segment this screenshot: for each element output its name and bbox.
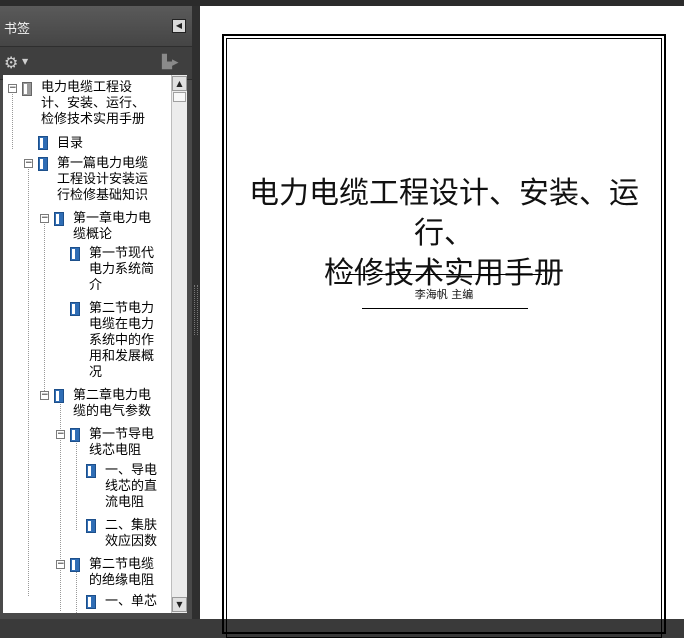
scroll-down-button[interactable]: ▼ (172, 597, 187, 612)
bookmark-label: 二、集肤 (105, 518, 158, 533)
bookmark-item-root[interactable]: 电力电缆工程设 计、安装、运行、 检修技术实用手册 (41, 80, 145, 128)
chevron-up-icon: ▲ (176, 79, 183, 88)
bookmark-icon (86, 595, 96, 609)
bookmark-icon (70, 558, 80, 572)
chevron-down-icon: ▼ (176, 600, 183, 609)
splitter-grip[interactable] (194, 285, 198, 335)
bookmark-icon (22, 82, 32, 96)
bookmark-item-section-2[interactable]: 第二节电力 电缆在电力 系统中的作 用和发展概 况 (89, 301, 154, 381)
panel-title: 书签 (4, 22, 31, 37)
collapse-toggle[interactable]: − (8, 84, 17, 93)
bookmark-label: 缆概论 (73, 227, 113, 242)
bookmark-label: 工程设计安装运 (57, 172, 149, 187)
book-title: 电力电缆工程设计、安装、运行、 检修技术实用手册 (230, 174, 658, 294)
bookmark-label: 线芯电阻 (89, 443, 142, 458)
bookmark-icon (38, 136, 48, 150)
page-border-inner (226, 38, 662, 638)
tree-guide-line (28, 166, 29, 596)
bookmark-label: 第一节现代 (89, 246, 155, 261)
bookmark-tree: − 电力电缆工程设 计、安装、运行、 检修技术实用手册 目录 − 第一篇电力电缆… (3, 75, 171, 613)
triangle-left-icon: ◀ (175, 21, 183, 30)
bookmark-item-section-1[interactable]: 第一节现代 电力系统简 介 (89, 246, 154, 294)
bookmark-label: 效应因数 (105, 534, 158, 549)
chevron-down-icon[interactable]: ▼ (22, 57, 28, 66)
tree-guide-line (76, 570, 77, 613)
bookmark-icon (54, 389, 64, 403)
bookmark-label: 计、安装、运行、 (41, 96, 146, 111)
document-view[interactable]: 电力电缆工程设计、安装、运行、 检修技术实用手册 李海帆 主编 (200, 6, 684, 638)
bookmark-label: 缆的电气参数 (73, 404, 152, 419)
bookmark-icon (38, 157, 48, 171)
collapse-toggle[interactable]: − (40, 391, 49, 400)
bookmark-label: 第二章电力电 (73, 388, 152, 403)
bookmarks-panel-header: 书签 ◀ (0, 6, 192, 47)
tree-guide-line (12, 89, 13, 149)
bookmark-label: 的绝缘电阻 (89, 573, 155, 588)
bookmark-label: 流电阻 (105, 495, 145, 510)
bookmark-label: 检修技术实用手册 (41, 112, 146, 127)
bookmark-label: 第二节电力 (89, 301, 155, 316)
bookmark-item-chapter-1[interactable]: 第一章电力电 缆概论 (73, 211, 151, 243)
scroll-up-button[interactable]: ▲ (172, 76, 187, 91)
bookmark-label: 行检修基础知识 (57, 188, 149, 203)
collapse-toggle[interactable]: − (24, 159, 33, 168)
bookmark-label: 用和发展概 (89, 349, 155, 364)
bookmark-label: 系统中的作 (89, 333, 155, 348)
tree-guide-line (76, 440, 77, 530)
bookmark-scrollbar[interactable]: ▲ ▼ (171, 75, 187, 613)
bookmark-item-section-insulation[interactable]: 第二节电缆 的绝缘电阻 (89, 557, 154, 589)
bookmark-icon (54, 212, 64, 226)
bookmark-item-section-conductor[interactable]: 第一节导电 线芯电阻 (89, 427, 154, 459)
collapse-toggle[interactable]: − (56, 560, 65, 569)
bookmark-icon (86, 464, 96, 478)
bookmark-item-part-1[interactable]: 第一篇电力电缆 工程设计安装运 行检修基础知识 (57, 156, 148, 204)
bookmark-item-dc-resistance[interactable]: 一、导电 线芯的直 流电阻 (105, 463, 157, 511)
bookmark-icon (70, 247, 80, 261)
bookmark-label: 电力电缆工程设 (41, 80, 133, 95)
bookmark-label: 一、导电 (105, 463, 158, 478)
divider (346, 274, 542, 275)
bookmark-icon (86, 519, 96, 533)
collapse-toggle[interactable]: − (56, 430, 65, 439)
bookmark-label: 第一篇电力电缆 (57, 156, 149, 171)
bookmark-label: 电力系统简 (89, 262, 155, 277)
bookmark-label: 况 (89, 365, 103, 380)
bookmark-label: 一、单芯 (105, 594, 158, 609)
bookmark-item-skin-effect[interactable]: 二、集肤 效应因数 (105, 518, 157, 550)
tree-guide-line (44, 221, 45, 391)
author-line: 李海帆 主编 (414, 288, 474, 301)
collapse-toggle[interactable]: − (40, 214, 49, 223)
bookmark-label: 电缆在电力 (89, 317, 155, 332)
bookmark-item-toc[interactable]: 目录 (57, 136, 83, 152)
bookmark-label: 第一章电力电 (73, 211, 152, 226)
bookmark-label: 第一节导电 (89, 427, 155, 442)
divider (362, 308, 528, 309)
bookmark-label: 介 (89, 278, 103, 293)
bookmark-icon (70, 302, 80, 316)
book-title-line: 电力电缆工程设计、安装、运行、 (249, 176, 639, 251)
bookmark-label: 线芯的直 (105, 479, 158, 494)
bookmark-icon[interactable]: ▙▸ (162, 55, 182, 71)
scroll-thumb[interactable] (173, 92, 186, 102)
bookmark-icon (70, 428, 80, 442)
bookmark-item-chapter-2[interactable]: 第二章电力电 缆的电气参数 (73, 388, 151, 420)
bookmark-label: 目录 (57, 136, 84, 151)
gear-icon[interactable]: ⚙ (4, 54, 22, 72)
bookmark-label: 第二节电缆 (89, 557, 155, 572)
collapse-panel-button[interactable]: ◀ (172, 19, 186, 33)
bookmark-item-single-core[interactable]: 一、单芯 (105, 594, 157, 610)
